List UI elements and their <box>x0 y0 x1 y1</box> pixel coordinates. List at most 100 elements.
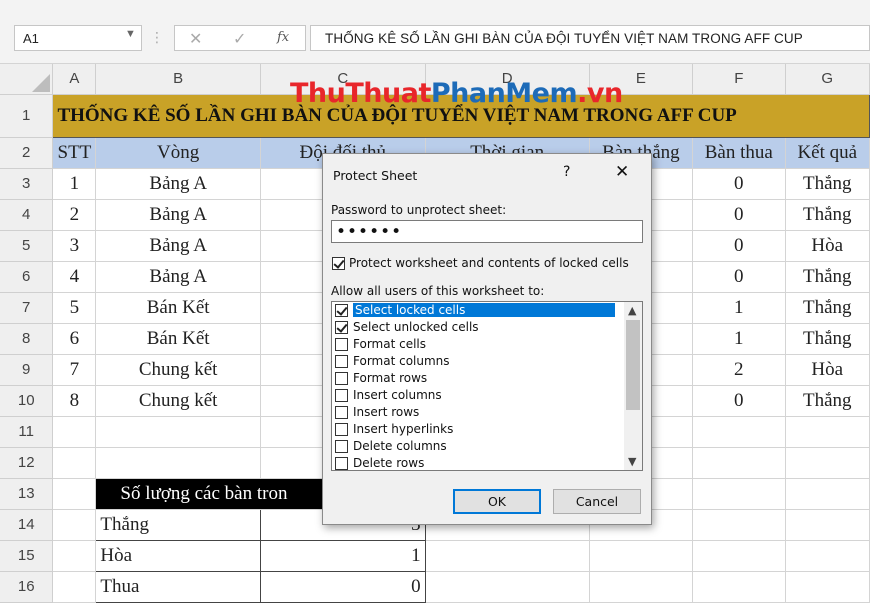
cancel-formula-icon[interactable]: ✕ <box>189 29 202 49</box>
cell[interactable]: Thắng <box>785 323 870 355</box>
cell[interactable]: Thắng <box>785 385 870 417</box>
cell[interactable]: Bảng A <box>95 199 261 231</box>
cell[interactable]: 0 <box>692 199 786 231</box>
cell[interactable] <box>589 540 694 572</box>
name-box[interactable]: A1 ▼ <box>14 25 142 51</box>
summary-label[interactable]: Thắng <box>95 508 261 541</box>
list-item[interactable]: Format cells <box>334 337 621 354</box>
cell[interactable]: Hòa <box>785 354 870 386</box>
list-item[interactable]: Insert rows <box>334 405 621 422</box>
cell[interactable]: Thắng <box>785 261 870 293</box>
select-all-corner[interactable] <box>0 64 54 95</box>
cell[interactable]: 1 <box>692 323 786 355</box>
scroll-down-icon[interactable]: ▼ <box>628 455 636 468</box>
cell[interactable]: 8 <box>52 385 97 417</box>
scroll-up-icon[interactable]: ▲ <box>628 304 636 317</box>
row-header[interactable]: 12 <box>0 447 54 479</box>
summary-label[interactable]: Thua <box>95 570 261 603</box>
permission-checkbox[interactable] <box>335 321 348 334</box>
cell[interactable]: Chung kết <box>95 385 261 417</box>
cell[interactable] <box>692 540 786 572</box>
row-header[interactable]: 14 <box>0 509 54 541</box>
cell[interactable] <box>785 478 870 510</box>
cell[interactable]: Bán Kết <box>95 292 261 324</box>
permissions-list[interactable]: Select locked cells Select unlocked cell… <box>331 301 643 471</box>
list-item[interactable]: Format rows <box>334 371 621 388</box>
cell[interactable]: 1 <box>692 292 786 324</box>
cell[interactable]: Thắng <box>785 199 870 231</box>
permission-checkbox[interactable] <box>335 406 348 419</box>
permission-checkbox[interactable] <box>335 338 348 351</box>
row-header[interactable]: 11 <box>0 416 54 448</box>
cell[interactable]: Bảng A <box>95 168 261 200</box>
cell[interactable] <box>785 509 870 541</box>
protect-checkbox[interactable] <box>332 257 345 270</box>
cell[interactable] <box>785 447 870 479</box>
cell[interactable] <box>692 447 786 479</box>
cell[interactable]: Bảng A <box>95 230 261 262</box>
list-item[interactable]: Delete columns <box>334 439 621 456</box>
cell[interactable]: 0 <box>692 168 786 200</box>
row-header[interactable]: 16 <box>0 571 54 603</box>
col-header-g[interactable]: G <box>785 64 870 95</box>
col-header-a[interactable]: A <box>52 64 97 95</box>
cell[interactable] <box>52 478 97 510</box>
ok-button[interactable]: OK <box>453 489 541 514</box>
cell[interactable]: 5 <box>52 292 97 324</box>
password-field[interactable]: •••••• <box>331 220 643 243</box>
cell[interactable]: Bảng A <box>95 261 261 293</box>
cell[interactable] <box>52 540 97 572</box>
cell[interactable] <box>589 571 694 603</box>
list-scrollbar[interactable]: ▲ ▼ <box>624 302 642 470</box>
cell[interactable]: Hòa <box>785 230 870 262</box>
permission-checkbox[interactable] <box>335 423 348 436</box>
cell[interactable] <box>425 571 590 603</box>
header-cell[interactable]: STT <box>52 137 97 169</box>
cell[interactable] <box>52 416 97 448</box>
cell[interactable] <box>52 509 97 541</box>
row-header[interactable]: 4 <box>0 199 54 231</box>
cell[interactable] <box>692 571 786 603</box>
permission-checkbox[interactable] <box>335 355 348 368</box>
cell[interactable] <box>785 416 870 448</box>
cell[interactable]: 0 <box>692 385 786 417</box>
insert-function-icon[interactable]: fx <box>277 30 289 45</box>
row-header[interactable]: 3 <box>0 168 54 200</box>
cell[interactable] <box>692 416 786 448</box>
cancel-button[interactable]: Cancel <box>553 489 641 514</box>
scroll-thumb[interactable] <box>626 320 640 410</box>
list-item[interactable]: Format columns <box>334 354 621 371</box>
row-header[interactable]: 5 <box>0 230 54 262</box>
cell[interactable]: 2 <box>692 354 786 386</box>
list-item[interactable]: Insert columns <box>334 388 621 405</box>
summary-value[interactable]: 0 <box>259 570 426 603</box>
cell[interactable]: 2 <box>52 199 97 231</box>
cell[interactable] <box>425 540 590 572</box>
row-header[interactable]: 7 <box>0 292 54 324</box>
row-header[interactable]: 9 <box>0 354 54 386</box>
row-header[interactable]: 6 <box>0 261 54 293</box>
cell[interactable]: 0 <box>692 230 786 262</box>
formula-input[interactable]: THỐNG KÊ SỐ LẦN GHI BÀN CỦA ĐỘI TUYỂN VI… <box>310 25 870 51</box>
cell[interactable] <box>95 447 261 479</box>
row-header[interactable]: 1 <box>0 94 54 138</box>
cell[interactable]: 1 <box>52 168 97 200</box>
header-cell[interactable]: Kết quả <box>785 137 870 169</box>
list-item[interactable]: Select unlocked cells <box>334 320 621 337</box>
permission-checkbox[interactable] <box>335 304 348 317</box>
cell[interactable]: Thắng <box>785 168 870 200</box>
name-box-dropdown-icon[interactable]: ▼ <box>125 28 136 40</box>
cell[interactable] <box>692 478 786 510</box>
permission-checkbox[interactable] <box>335 372 348 385</box>
list-item[interactable]: Delete rows <box>334 456 621 470</box>
row-header[interactable]: 13 <box>0 478 54 510</box>
close-icon[interactable]: ✕ <box>615 162 629 182</box>
row-header[interactable]: 2 <box>0 137 54 169</box>
header-cell[interactable]: Vòng <box>95 137 261 169</box>
cell[interactable]: 3 <box>52 230 97 262</box>
cell[interactable]: Chung kết <box>95 354 261 386</box>
cell[interactable] <box>692 509 786 541</box>
cell[interactable]: Bán Kết <box>95 323 261 355</box>
permission-checkbox[interactable] <box>335 440 348 453</box>
cell[interactable]: 7 <box>52 354 97 386</box>
